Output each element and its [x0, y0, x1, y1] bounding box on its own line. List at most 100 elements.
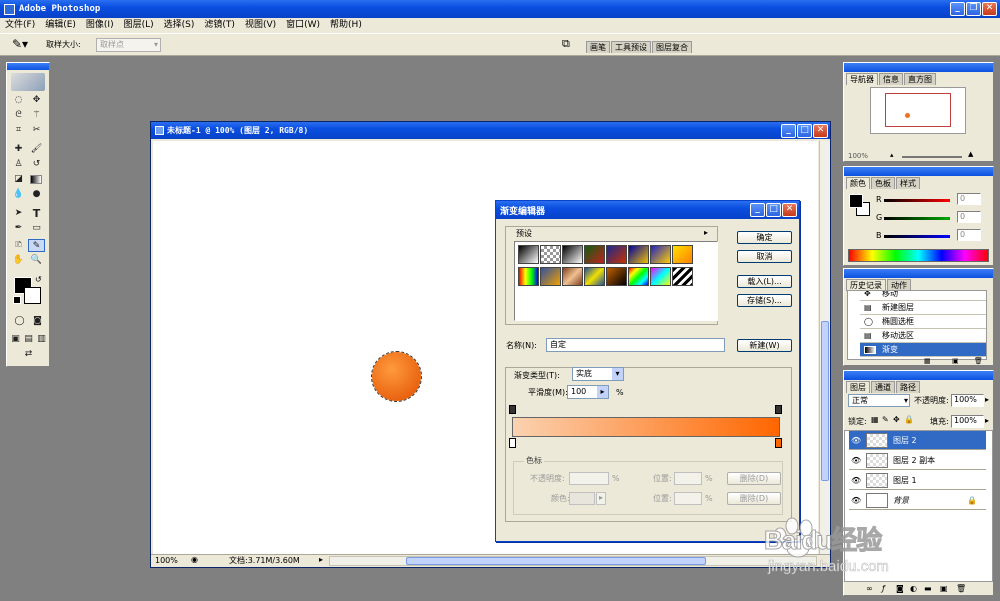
lasso-tool-icon[interactable]: ᘓ: [10, 109, 27, 122]
notes-tool-icon[interactable]: 🗈: [10, 239, 27, 252]
eye-icon[interactable]: 👁: [851, 471, 861, 490]
eye-icon[interactable]: 👁: [851, 451, 861, 470]
gradient-preset-swatch[interactable]: [628, 245, 649, 264]
swap-colors-icon[interactable]: ↺: [35, 275, 42, 284]
ok-button[interactable]: 确定: [737, 231, 792, 244]
new-layer-icon[interactable]: ▣: [940, 584, 948, 593]
tab-navigator[interactable]: 导航器: [846, 73, 878, 85]
zoom-out-icon[interactable]: ▴: [890, 151, 894, 159]
well-tab-tool-presets[interactable]: 工具预设: [611, 41, 651, 53]
history-item-selected[interactable]: 渐变: [860, 343, 986, 357]
eraser-tool-icon[interactable]: ◪: [10, 173, 27, 186]
menu-window[interactable]: 窗口(W): [281, 18, 325, 33]
opacity-stop-right[interactable]: [775, 405, 782, 414]
lock-image-icon[interactable]: ✎: [882, 415, 889, 424]
dodge-tool-icon[interactable]: ●: [28, 188, 45, 201]
menu-edit[interactable]: 编辑(E): [40, 18, 81, 33]
screen-mode-full-icon[interactable]: ▥: [35, 333, 48, 346]
new-gradient-button[interactable]: 新建(W): [737, 339, 792, 352]
smoothness-input[interactable]: 100 ▸: [567, 385, 609, 399]
gradient-preset-swatch[interactable]: [540, 245, 561, 264]
lock-transparency-icon[interactable]: ▦: [871, 415, 879, 424]
delete-color-stop-button[interactable]: 删除(D): [727, 492, 781, 505]
zoom-level[interactable]: 100%: [155, 556, 178, 566]
load-button[interactable]: 载入(L)...: [737, 275, 792, 288]
default-colors-icon[interactable]: [13, 296, 21, 304]
color-stop-left[interactable]: [509, 438, 516, 448]
well-tab-brushes[interactable]: 画笔: [586, 41, 610, 53]
layer-row[interactable]: 👁 图层 1: [849, 471, 986, 490]
save-button[interactable]: 存储(S)...: [737, 294, 792, 307]
history-item[interactable]: ◯ 椭圆选框: [860, 315, 986, 329]
gradient-preset-swatch[interactable]: [650, 245, 671, 264]
color-spectrum-bar[interactable]: [848, 249, 989, 262]
menu-image[interactable]: 图像(I): [81, 18, 119, 33]
dialog-maximize-button[interactable]: □: [766, 203, 781, 217]
navigator-zoom-slider[interactable]: [902, 156, 962, 158]
color-fg-swatch[interactable]: [849, 194, 863, 208]
gradient-preset-swatch[interactable]: [650, 267, 671, 286]
app-minimize-button[interactable]: _: [950, 2, 965, 16]
pen-tool-icon[interactable]: ✒: [10, 222, 27, 235]
layer-row[interactable]: 👁 背景 🔒: [849, 491, 986, 510]
gradient-type-select[interactable]: 实底 ▾: [572, 367, 624, 381]
layer-opacity-input[interactable]: 100%: [951, 394, 984, 407]
tab-info[interactable]: 信息: [879, 73, 903, 85]
tab-channels[interactable]: 通道: [871, 381, 895, 393]
opacity-stop-left[interactable]: [509, 405, 516, 414]
marquee-tool-icon[interactable]: ◌: [10, 94, 27, 107]
tab-swatches[interactable]: 色板: [871, 177, 895, 189]
menu-filter[interactable]: 滤镜(T): [199, 18, 240, 33]
healing-brush-tool-icon[interactable]: ✚: [10, 143, 27, 156]
menu-layer[interactable]: 图层(L): [119, 18, 159, 33]
gradient-name-input[interactable]: 自定: [546, 338, 725, 352]
screen-mode-standard-icon[interactable]: ▣: [9, 333, 22, 346]
dialog-close-button[interactable]: ✕: [782, 203, 797, 217]
gradient-preset-swatch[interactable]: [540, 267, 561, 286]
shape-tool-icon[interactable]: ▭: [28, 222, 45, 235]
document-close-button[interactable]: ✕: [813, 124, 828, 138]
gradient-preset-swatch[interactable]: [562, 267, 583, 286]
r-input[interactable]: 0: [957, 193, 981, 205]
gradient-preset-swatch[interactable]: [518, 245, 539, 264]
layer-row[interactable]: 👁 图层 2 副本: [849, 451, 986, 470]
gradient-preset-swatch[interactable]: [584, 245, 605, 264]
gradient-preset-swatch[interactable]: [606, 245, 627, 264]
history-item[interactable]: ▤ 新建图层: [860, 301, 986, 315]
tab-styles[interactable]: 样式: [896, 177, 920, 189]
background-color-swatch[interactable]: [24, 287, 41, 304]
path-select-tool-icon[interactable]: ➤: [10, 207, 27, 220]
menu-select[interactable]: 选择(S): [159, 18, 200, 33]
gradient-preset-swatch[interactable]: [672, 245, 693, 264]
g-slider[interactable]: [884, 217, 950, 220]
chevron-right-icon[interactable]: ▸: [597, 386, 608, 398]
navigator-view-box[interactable]: [885, 93, 951, 127]
history-brush-tool-icon[interactable]: ↺: [28, 158, 45, 171]
tab-layers[interactable]: 图层: [846, 381, 870, 393]
link-layers-icon[interactable]: ∞: [866, 584, 873, 593]
delete-state-icon[interactable]: 🗑: [974, 357, 983, 365]
vertical-scroll-thumb[interactable]: [821, 321, 829, 481]
b-input[interactable]: 0: [957, 229, 981, 241]
gradient-preset-swatch[interactable]: [628, 267, 649, 286]
eyedropper-tool-button-icon[interactable]: ✎: [28, 239, 45, 252]
status-menu-icon[interactable]: ◉: [191, 555, 198, 564]
status-arrow-icon[interactable]: ▸: [319, 555, 323, 564]
layer-fill-input[interactable]: 100%: [951, 415, 984, 428]
eyedropper-tool-icon[interactable]: ✎▾: [12, 37, 28, 51]
delete-layer-icon[interactable]: 🗑: [956, 584, 966, 593]
feather-logo-icon[interactable]: [11, 73, 45, 91]
lock-position-icon[interactable]: ✥: [893, 415, 900, 424]
jump-to-imageready-icon[interactable]: ⇄: [20, 348, 37, 361]
g-input[interactable]: 0: [957, 211, 981, 223]
gradient-preset-swatch[interactable]: [518, 267, 539, 286]
well-tab-layer-comps[interactable]: 图层复合: [652, 41, 692, 53]
gradient-preset-swatch[interactable]: [584, 267, 605, 286]
delete-opacity-stop-button[interactable]: 删除(D): [727, 472, 781, 485]
new-document-from-state-icon[interactable]: ▦: [924, 357, 931, 365]
tab-paths[interactable]: 路径: [896, 381, 920, 393]
magic-wand-tool-icon[interactable]: ⚚: [28, 109, 45, 122]
gradient-preset-swatch[interactable]: [606, 267, 627, 286]
blend-mode-select[interactable]: 正常 ▾: [848, 394, 910, 407]
eye-icon[interactable]: 👁: [851, 491, 861, 510]
